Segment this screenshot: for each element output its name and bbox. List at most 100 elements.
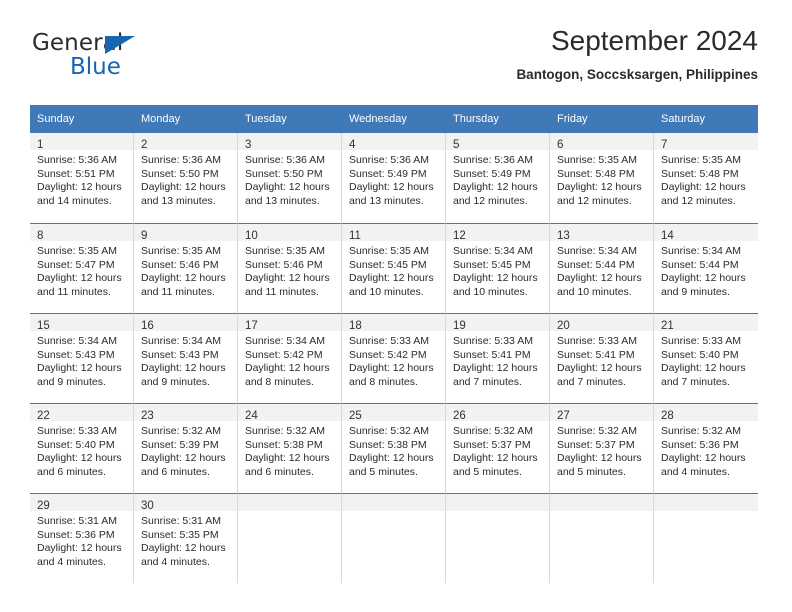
day-cell-empty bbox=[446, 493, 550, 583]
daylight-text-line1: Daylight: 12 hours bbox=[141, 452, 226, 465]
day-number: 5 bbox=[453, 139, 460, 151]
day-cell[interactable]: 18 Sunrise: 5:33 AM Sunset: 5:42 PM Dayligh… bbox=[342, 313, 446, 403]
day-number-band: 23 bbox=[134, 404, 237, 422]
day-number-band: 24 bbox=[238, 404, 341, 422]
day-details: Sunrise: 5:31 AM Sunset: 5:36 PM Daylight:… bbox=[30, 511, 133, 569]
day-number-band: 5 bbox=[446, 133, 549, 151]
day-details: Sunrise: 5:32 AM Sunset: 5:36 PM Daylight:… bbox=[654, 421, 758, 479]
daylight-text-line1: Daylight: 12 hours bbox=[661, 452, 746, 465]
calendar-cell: 21 Sunrise: 5:33 AM Sunset: 5:40 PM Dayligh… bbox=[654, 313, 758, 403]
calendar-week-row: 22 Sunrise: 5:33 AM Sunset: 5:40 PM Dayligh… bbox=[30, 403, 758, 493]
daylight-text-line2: and 8 minutes. bbox=[349, 375, 418, 388]
day-cell[interactable]: 7 Sunrise: 5:35 AM Sunset: 5:48 PM Daylight… bbox=[654, 133, 758, 223]
day-cell[interactable]: 13 Sunrise: 5:34 AM Sunset: 5:44 PM Dayligh… bbox=[550, 223, 654, 313]
day-number: 27 bbox=[557, 410, 570, 422]
sunrise-text: Sunrise: 5:32 AM bbox=[141, 425, 221, 437]
day-cell[interactable]: 10 Sunrise: 5:35 AM Sunset: 5:46 PM Dayligh… bbox=[238, 223, 342, 313]
daylight-text-line2: and 4 minutes. bbox=[37, 555, 106, 568]
brand-logo[interactable]: General Blue bbox=[32, 30, 202, 88]
weekday-header-tuesday: Tuesday bbox=[238, 105, 342, 133]
calendar-cell: 18 Sunrise: 5:33 AM Sunset: 5:42 PM Dayligh… bbox=[342, 313, 446, 403]
sunrise-text: Sunrise: 5:36 AM bbox=[141, 154, 221, 166]
daylight-text-line2: and 6 minutes. bbox=[245, 465, 314, 478]
day-cell[interactable]: 16 Sunrise: 5:34 AM Sunset: 5:43 PM Dayligh… bbox=[134, 313, 238, 403]
day-cell[interactable]: 15 Sunrise: 5:34 AM Sunset: 5:43 PM Dayligh… bbox=[30, 313, 134, 403]
sunrise-text: Sunrise: 5:32 AM bbox=[661, 425, 741, 437]
day-cell[interactable]: 3 Sunrise: 5:36 AM Sunset: 5:50 PM Daylight… bbox=[238, 133, 342, 223]
day-cell[interactable]: 20 Sunrise: 5:33 AM Sunset: 5:41 PM Dayligh… bbox=[550, 313, 654, 403]
day-cell[interactable]: 28 Sunrise: 5:32 AM Sunset: 5:36 PM Dayligh… bbox=[654, 403, 758, 493]
day-cell[interactable]: 26 Sunrise: 5:32 AM Sunset: 5:37 PM Dayligh… bbox=[446, 403, 550, 493]
daylight-text-line2: and 7 minutes. bbox=[661, 375, 730, 388]
day-number-band: 25 bbox=[342, 404, 445, 422]
day-cell[interactable]: 19 Sunrise: 5:33 AM Sunset: 5:41 PM Dayligh… bbox=[446, 313, 550, 403]
daylight-text-line2: and 9 minutes. bbox=[37, 375, 106, 388]
day-number: 26 bbox=[453, 410, 466, 422]
day-cell[interactable]: 8 Sunrise: 5:35 AM Sunset: 5:47 PM Daylight… bbox=[30, 223, 134, 313]
sunrise-text: Sunrise: 5:34 AM bbox=[557, 245, 637, 257]
sunrise-text: Sunrise: 5:34 AM bbox=[661, 245, 741, 257]
day-number-band: 19 bbox=[446, 314, 549, 332]
day-cell[interactable]: 29 Sunrise: 5:31 AM Sunset: 5:36 PM Dayligh… bbox=[30, 493, 134, 583]
day-cell[interactable]: 30 Sunrise: 5:31 AM Sunset: 5:35 PM Dayligh… bbox=[134, 493, 238, 583]
daylight-text-line2: and 11 minutes. bbox=[37, 285, 111, 298]
sunrise-text: Sunrise: 5:34 AM bbox=[141, 335, 221, 347]
daylight-text-line2: and 13 minutes. bbox=[349, 194, 424, 207]
day-cell[interactable]: 9 Sunrise: 5:35 AM Sunset: 5:46 PM Daylight… bbox=[134, 223, 238, 313]
sunset-text: Sunset: 5:50 PM bbox=[141, 167, 219, 180]
day-details: Sunrise: 5:32 AM Sunset: 5:37 PM Daylight:… bbox=[446, 421, 549, 479]
day-cell[interactable]: 4 Sunrise: 5:36 AM Sunset: 5:49 PM Daylight… bbox=[342, 133, 446, 223]
sunrise-text: Sunrise: 5:35 AM bbox=[349, 245, 429, 257]
sunrise-text: Sunrise: 5:32 AM bbox=[557, 425, 637, 437]
day-details: Sunrise: 5:35 AM Sunset: 5:48 PM Daylight:… bbox=[654, 150, 758, 208]
day-number: 11 bbox=[349, 230, 361, 242]
day-number: 9 bbox=[141, 230, 148, 242]
day-cell[interactable]: 12 Sunrise: 5:34 AM Sunset: 5:45 PM Dayligh… bbox=[446, 223, 550, 313]
title-block: September 2024 Bantogon, Soccsksargen, P… bbox=[516, 24, 758, 86]
calendar-cell: 20 Sunrise: 5:33 AM Sunset: 5:41 PM Dayligh… bbox=[550, 313, 654, 403]
day-number-band: 22 bbox=[30, 404, 133, 422]
sunrise-text: Sunrise: 5:35 AM bbox=[37, 245, 117, 257]
daylight-text-line1: Daylight: 12 hours bbox=[37, 362, 122, 375]
calendar-cell: 24 Sunrise: 5:32 AM Sunset: 5:38 PM Dayligh… bbox=[238, 403, 342, 493]
sunrise-text: Sunrise: 5:36 AM bbox=[245, 154, 325, 166]
day-cell[interactable]: 24 Sunrise: 5:32 AM Sunset: 5:38 PM Dayligh… bbox=[238, 403, 342, 493]
day-cell[interactable]: 23 Sunrise: 5:32 AM Sunset: 5:39 PM Dayligh… bbox=[134, 403, 238, 493]
day-details: Sunrise: 5:34 AM Sunset: 5:45 PM Daylight:… bbox=[446, 241, 549, 299]
day-cell[interactable]: 22 Sunrise: 5:33 AM Sunset: 5:40 PM Dayligh… bbox=[30, 403, 134, 493]
day-number: 24 bbox=[245, 410, 258, 422]
day-cell[interactable]: 2 Sunrise: 5:36 AM Sunset: 5:50 PM Daylight… bbox=[134, 133, 238, 223]
day-cell[interactable]: 14 Sunrise: 5:34 AM Sunset: 5:44 PM Dayligh… bbox=[654, 223, 758, 313]
brand-name-bottom: Blue bbox=[70, 54, 121, 80]
day-number-band: 26 bbox=[446, 404, 549, 422]
sunset-text: Sunset: 5:40 PM bbox=[37, 438, 115, 451]
day-cell[interactable]: 25 Sunrise: 5:32 AM Sunset: 5:38 PM Dayligh… bbox=[342, 403, 446, 493]
day-cell[interactable]: 17 Sunrise: 5:34 AM Sunset: 5:42 PM Dayligh… bbox=[238, 313, 342, 403]
day-cell[interactable]: 21 Sunrise: 5:33 AM Sunset: 5:40 PM Dayligh… bbox=[654, 313, 758, 403]
day-details: Sunrise: 5:34 AM Sunset: 5:42 PM Daylight:… bbox=[238, 331, 341, 389]
daylight-text-line1: Daylight: 12 hours bbox=[37, 542, 122, 555]
day-cell[interactable]: 5 Sunrise: 5:36 AM Sunset: 5:49 PM Daylight… bbox=[446, 133, 550, 223]
calendar-header-row: Sunday Monday Tuesday Wednesday Thursday… bbox=[30, 105, 758, 133]
day-number-band: 28 bbox=[654, 404, 758, 422]
daylight-text-line1: Daylight: 12 hours bbox=[453, 362, 538, 375]
day-cell[interactable]: 6 Sunrise: 5:35 AM Sunset: 5:48 PM Daylight… bbox=[550, 133, 654, 223]
calendar-cell: 27 Sunrise: 5:32 AM Sunset: 5:37 PM Dayligh… bbox=[550, 403, 654, 493]
calendar-cell: 14 Sunrise: 5:34 AM Sunset: 5:44 PM Dayligh… bbox=[654, 223, 758, 313]
calendar-cell: 29 Sunrise: 5:31 AM Sunset: 5:36 PM Dayligh… bbox=[30, 493, 134, 583]
day-number: 10 bbox=[245, 230, 258, 242]
day-number-band: 8 bbox=[30, 224, 133, 242]
day-number: 21 bbox=[661, 320, 674, 332]
day-cell[interactable]: 11 Sunrise: 5:35 AM Sunset: 5:45 PM Dayligh… bbox=[342, 223, 446, 313]
day-cell[interactable]: 27 Sunrise: 5:32 AM Sunset: 5:37 PM Dayligh… bbox=[550, 403, 654, 493]
daylight-text-line1: Daylight: 12 hours bbox=[245, 272, 330, 285]
day-cell[interactable]: 1 Sunrise: 5:36 AM Sunset: 5:51 PM Daylight… bbox=[30, 133, 134, 223]
day-number-band: 17 bbox=[238, 314, 341, 332]
daylight-text-line1: Daylight: 12 hours bbox=[661, 272, 746, 285]
sunset-text: Sunset: 5:49 PM bbox=[453, 167, 531, 180]
day-details: Sunrise: 5:34 AM Sunset: 5:44 PM Daylight:… bbox=[654, 241, 758, 299]
sunrise-text: Sunrise: 5:36 AM bbox=[37, 154, 117, 166]
weekday-header-saturday: Saturday bbox=[654, 105, 758, 133]
page-subtitle: Bantogon, Soccsksargen, Philippines bbox=[516, 67, 758, 82]
daylight-text-line1: Daylight: 12 hours bbox=[349, 181, 434, 194]
